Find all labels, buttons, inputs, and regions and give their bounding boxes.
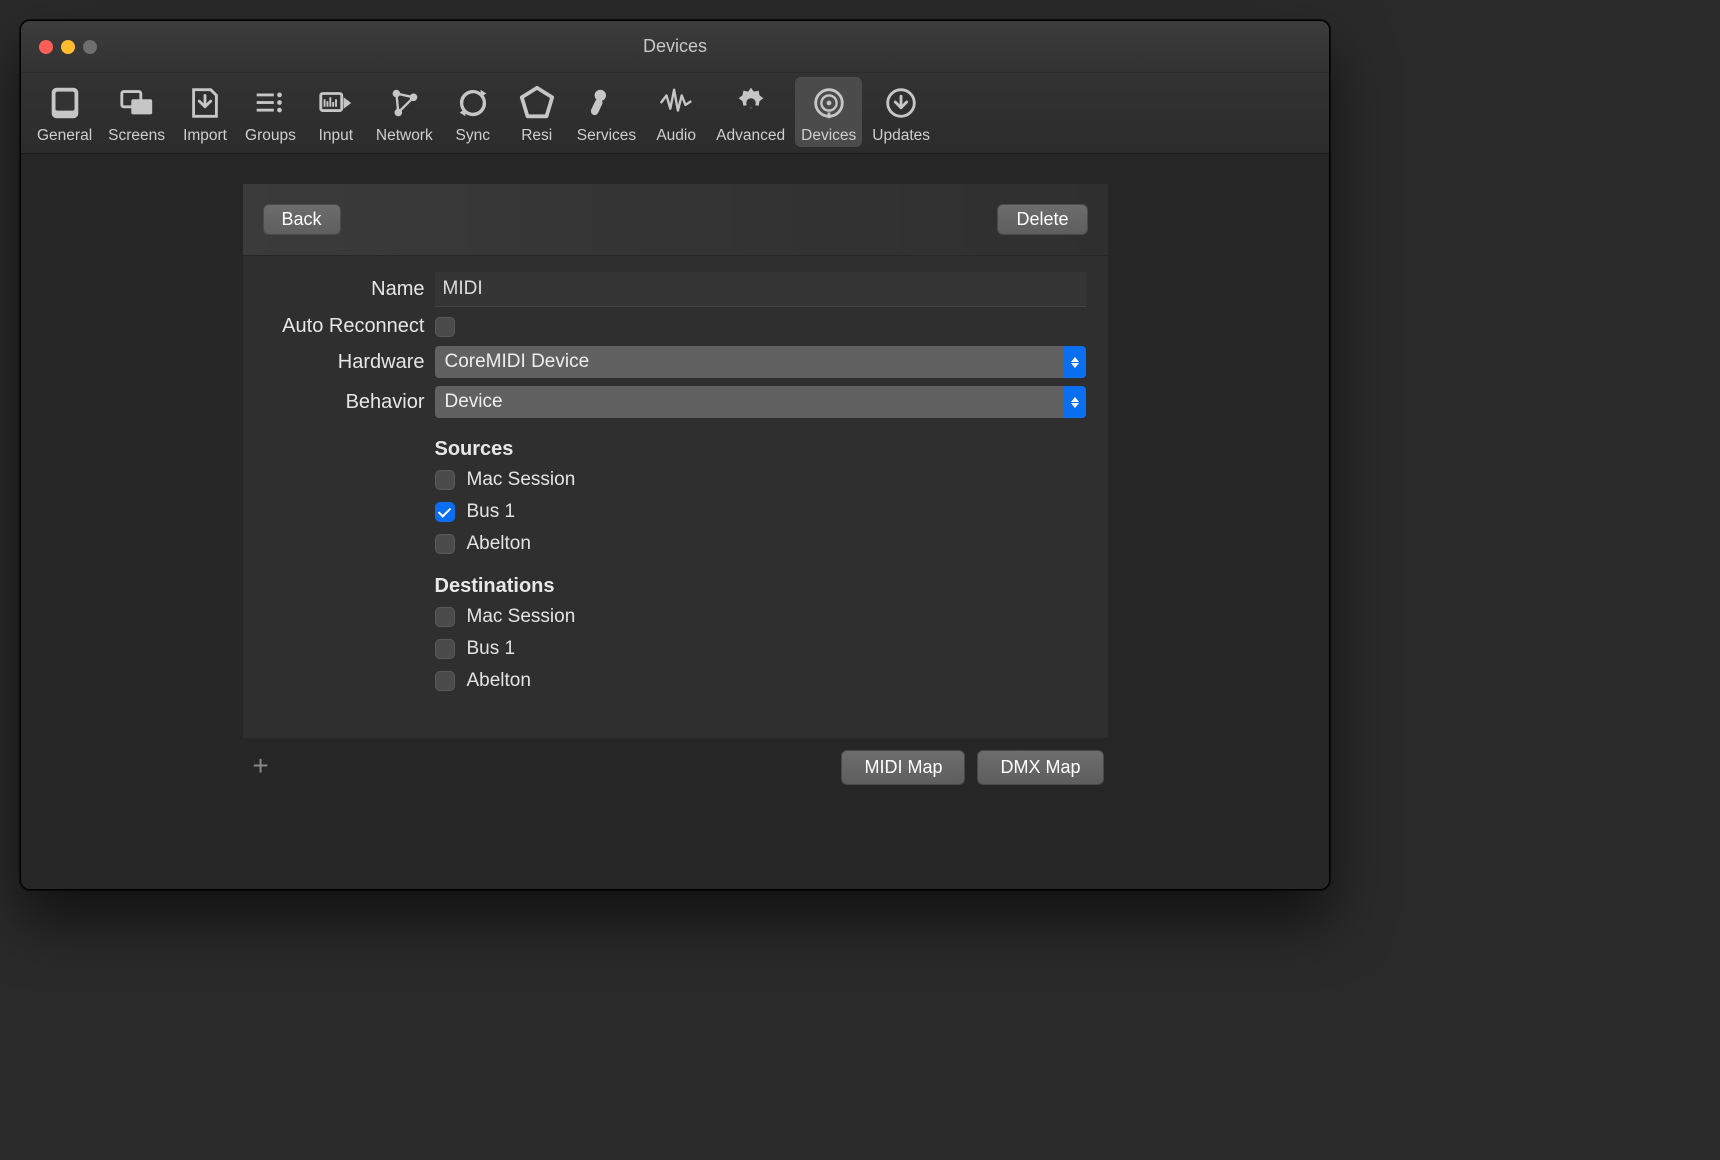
general-icon xyxy=(43,83,87,123)
screens-icon xyxy=(115,83,159,123)
toolbar-input[interactable]: Input xyxy=(306,77,366,147)
toolbar-updates[interactable]: Updates xyxy=(866,77,936,147)
toolbar-label: Sync xyxy=(456,127,490,145)
zoom-icon[interactable] xyxy=(83,40,97,54)
destination-checkbox[interactable] xyxy=(435,671,455,691)
name-input[interactable] xyxy=(435,272,1086,307)
destinations-title: Destinations xyxy=(435,575,1086,598)
close-icon[interactable] xyxy=(39,40,53,54)
toolbar-label: General xyxy=(37,127,92,145)
toolbar-sync[interactable]: Sync xyxy=(443,77,503,147)
auto-reconnect-checkbox[interactable] xyxy=(435,317,455,337)
toolbar-general[interactable]: General xyxy=(31,77,98,147)
traffic-lights xyxy=(39,40,97,54)
panel-header: Back Delete xyxy=(243,184,1108,256)
source-label: Bus 1 xyxy=(467,501,516,523)
select-arrows-icon xyxy=(1064,346,1086,378)
source-label: Abelton xyxy=(467,533,531,555)
toolbar-label: Input xyxy=(319,127,353,145)
source-checkbox[interactable] xyxy=(435,534,455,554)
hardware-select[interactable]: CoreMIDI Device xyxy=(435,346,1086,378)
toolbar-advanced[interactable]: Advanced xyxy=(710,77,791,147)
toolbar-label: Updates xyxy=(872,127,930,145)
destination-label: Abelton xyxy=(467,670,531,692)
destination-item: Mac Session xyxy=(435,606,1086,628)
network-icon xyxy=(382,83,426,123)
toolbar-label: Services xyxy=(577,127,636,145)
toolbar-label: Advanced xyxy=(716,127,785,145)
toolbar-label: Network xyxy=(376,127,433,145)
destination-label: Mac Session xyxy=(467,606,576,628)
panel-body: Name Auto Reconnect Hardware CoreMIDI De… xyxy=(243,256,1108,738)
window-title: Devices xyxy=(21,36,1329,57)
resi-icon xyxy=(515,83,559,123)
dmx-map-button[interactable]: DMX Map xyxy=(977,750,1103,785)
row-auto-reconnect: Auto Reconnect xyxy=(265,315,1086,338)
updates-icon xyxy=(879,83,923,123)
preferences-toolbar: General Screens Import Groups Input xyxy=(21,73,1329,154)
import-icon xyxy=(183,83,227,123)
back-button[interactable]: Back xyxy=(263,204,341,235)
toolbar-screens[interactable]: Screens xyxy=(102,77,171,147)
toolbar-services[interactable]: Services xyxy=(571,77,642,147)
audio-icon xyxy=(654,83,698,123)
source-item: Bus 1 xyxy=(435,501,1086,523)
row-name: Name xyxy=(265,272,1086,307)
destination-item: Abelton xyxy=(435,670,1086,692)
behavior-value: Device xyxy=(445,391,503,413)
destination-checkbox[interactable] xyxy=(435,607,455,627)
toolbar-audio[interactable]: Audio xyxy=(646,77,706,147)
hardware-value: CoreMIDI Device xyxy=(445,351,590,373)
name-label: Name xyxy=(265,278,425,301)
input-icon xyxy=(314,83,358,123)
preferences-window: Devices General Screens Import Groups xyxy=(20,20,1330,890)
titlebar: Devices xyxy=(21,21,1329,73)
toolbar-label: Import xyxy=(183,127,227,145)
select-arrows-icon xyxy=(1064,386,1086,418)
toolbar-network[interactable]: Network xyxy=(370,77,439,147)
services-icon xyxy=(584,83,628,123)
add-button[interactable]: + xyxy=(247,754,275,782)
row-behavior: Behavior Device xyxy=(265,386,1086,418)
destination-item: Bus 1 xyxy=(435,638,1086,660)
destination-label: Bus 1 xyxy=(467,638,516,660)
toolbar-label: Resi xyxy=(521,127,552,145)
midi-map-button[interactable]: MIDI Map xyxy=(841,750,965,785)
panel-footer: + MIDI Map DMX Map xyxy=(243,738,1108,785)
gear-icon xyxy=(729,83,773,123)
sources-title: Sources xyxy=(435,438,1086,461)
minimize-icon[interactable] xyxy=(61,40,75,54)
groups-icon xyxy=(248,83,292,123)
toolbar-label: Devices xyxy=(801,127,856,145)
toolbar-devices[interactable]: Devices xyxy=(795,77,862,147)
auto-reconnect-label: Auto Reconnect xyxy=(265,315,425,338)
destination-checkbox[interactable] xyxy=(435,639,455,659)
sync-icon xyxy=(451,83,495,123)
source-checkbox[interactable] xyxy=(435,502,455,522)
delete-button[interactable]: Delete xyxy=(997,204,1087,235)
devices-icon xyxy=(807,83,851,123)
toolbar-label: Screens xyxy=(108,127,165,145)
source-label: Mac Session xyxy=(467,469,576,491)
device-panel: Back Delete Name Auto Reconnect Hardware… xyxy=(243,184,1108,738)
footer-right: MIDI Map DMX Map xyxy=(841,750,1103,785)
toolbar-import[interactable]: Import xyxy=(175,77,235,147)
toolbar-resi[interactable]: Resi xyxy=(507,77,567,147)
toolbar-label: Audio xyxy=(656,127,696,145)
content-area: Back Delete Name Auto Reconnect Hardware… xyxy=(21,154,1329,889)
hardware-label: Hardware xyxy=(265,351,425,374)
behavior-label: Behavior xyxy=(265,391,425,414)
source-item: Mac Session xyxy=(435,469,1086,491)
behavior-select[interactable]: Device xyxy=(435,386,1086,418)
toolbar-groups[interactable]: Groups xyxy=(239,77,302,147)
row-hardware: Hardware CoreMIDI Device xyxy=(265,346,1086,378)
source-item: Abelton xyxy=(435,533,1086,555)
source-checkbox[interactable] xyxy=(435,470,455,490)
toolbar-label: Groups xyxy=(245,127,296,145)
